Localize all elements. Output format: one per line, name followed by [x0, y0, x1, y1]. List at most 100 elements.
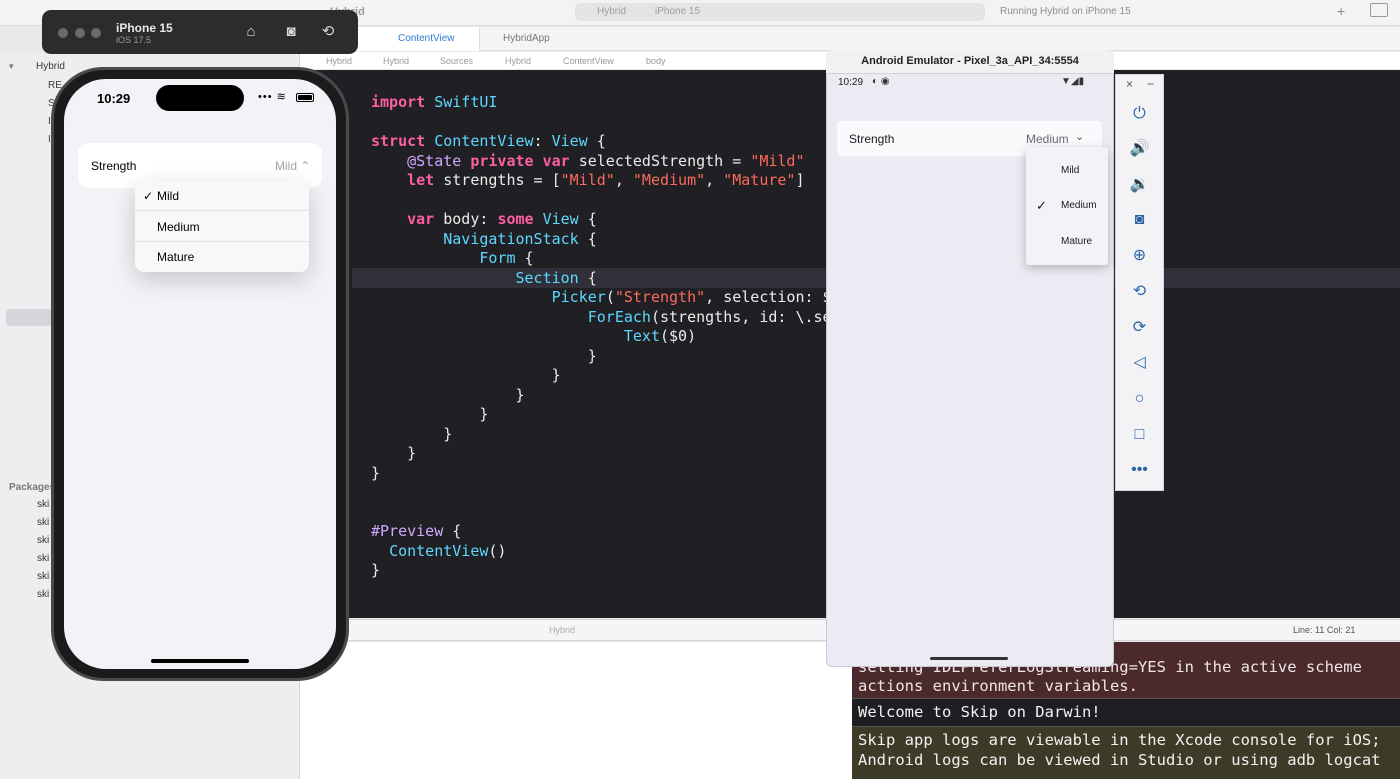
menu-option-mature[interactable]: Mature	[135, 242, 309, 272]
option-label: Mature	[1061, 236, 1093, 247]
android-picker-value[interactable]: Medium	[1026, 132, 1069, 146]
signal-wifi-icon: ••• ≋	[258, 91, 287, 103]
code-line: @State private var selectedStrength = "M…	[407, 151, 805, 170]
android-dropdown-menu: Mild ✓ Medium Mature	[1026, 147, 1108, 265]
packages-header: Packages	[9, 482, 56, 493]
picker-value[interactable]: Mild ⌃	[275, 159, 310, 173]
code-line: }	[371, 385, 525, 404]
picker-menu: ✓ Mild Medium Mature	[135, 181, 309, 272]
option-label: Medium	[1061, 200, 1097, 211]
disclosure-icon[interactable]: ▾	[9, 61, 14, 72]
window-minimize-button[interactable]	[75, 28, 85, 38]
code-line: }	[371, 463, 381, 482]
menu-option-mild[interactable]: Mild	[1026, 153, 1108, 189]
console-info-message: Welcome to Skip on Darwin!	[852, 698, 1400, 726]
code-line: }	[371, 424, 453, 443]
volume-up-icon[interactable]: 🔊	[1116, 134, 1163, 164]
home-indicator[interactable]	[151, 659, 249, 663]
android-system-icons: ◐ ◉	[872, 76, 890, 87]
tab-hybridapp[interactable]: HybridApp	[503, 33, 550, 44]
status-time: 10:29	[97, 91, 131, 106]
android-gesture-bar[interactable]	[930, 657, 1008, 660]
debug-scheme: Hybrid	[549, 625, 576, 635]
volume-down-icon[interactable]: 🔉	[1116, 170, 1163, 200]
window-zoom-button[interactable]	[91, 28, 101, 38]
scheme-selector[interactable]: Hybrid iPhone 15	[575, 3, 985, 21]
menu-option-medium[interactable]: Medium	[135, 212, 309, 242]
scheme-name: Hybrid	[597, 6, 626, 17]
android-status-time: 10:29	[838, 77, 864, 88]
code-line: import SwiftUI	[371, 93, 498, 111]
code-line: #Preview {	[371, 522, 462, 540]
simulator-toolbar	[42, 10, 358, 54]
dynamic-island	[156, 85, 244, 111]
breadcrumb-item[interactable]: Hybrid	[383, 56, 409, 66]
breadcrumb-item[interactable]: Sources	[440, 56, 473, 66]
destination-name: iPhone 15	[655, 6, 701, 17]
project-root[interactable]: Hybrid	[36, 61, 65, 72]
breadcrumb-item[interactable]: body	[646, 56, 666, 66]
zoom-icon[interactable]: ⊕	[1116, 241, 1163, 271]
option-label: Mature	[157, 250, 195, 264]
rotate-right-icon[interactable]: ⟳	[1116, 313, 1163, 343]
power-icon[interactable]: ⏻	[1116, 99, 1163, 129]
overview-icon[interactable]: □	[1116, 420, 1163, 450]
option-label: Mild	[1061, 165, 1080, 176]
code-line: }	[371, 561, 381, 579]
code-line: Form {	[479, 249, 534, 267]
code-line: }	[371, 366, 561, 384]
rotate-icon[interactable]: ⟲	[318, 22, 338, 42]
code-line: ContentView()	[389, 541, 507, 560]
code-line: }	[371, 346, 597, 365]
breadcrumb-item[interactable]: Hybrid	[505, 56, 531, 66]
package-item[interactable]: ski	[37, 535, 49, 546]
breadcrumb-item[interactable]: ContentView	[563, 56, 614, 66]
package-item[interactable]: ski	[37, 499, 49, 510]
code-line: ForEach(strengths, id: \.se	[587, 307, 832, 326]
checkmark-icon: ✓	[1036, 198, 1047, 213]
package-item[interactable]: ski	[37, 553, 49, 564]
more-icon[interactable]: •••	[1116, 455, 1163, 485]
window-close-button[interactable]	[58, 28, 68, 38]
console-line: actions environment variables.	[858, 677, 1138, 695]
code-line: struct ContentView: View {	[371, 132, 606, 150]
code-line: NavigationStack {	[443, 229, 597, 248]
home-icon[interactable]: ⌂	[241, 22, 261, 42]
console-line: Android logs can be viewed in Studio or …	[858, 750, 1381, 769]
run-status: Running Hybrid on iPhone 15	[1000, 6, 1131, 17]
variables-view	[300, 642, 852, 779]
code-line: Section {	[515, 268, 597, 287]
android-picker-label: Strength	[849, 132, 895, 146]
inspector-toggle-icon[interactable]	[1370, 3, 1388, 17]
screenshot-icon[interactable]: ◙	[281, 22, 301, 42]
rotate-left-icon[interactable]: ⟲	[1116, 277, 1163, 307]
console-line: Skip app logs are viewable in the Xcode …	[858, 731, 1381, 749]
code-line: }	[371, 405, 489, 423]
menu-option-medium[interactable]: ✓ Medium	[1026, 188, 1108, 224]
package-item[interactable]: ski	[37, 517, 49, 528]
chevron-down-icon[interactable]: ⌄	[1075, 130, 1084, 143]
camera-icon[interactable]: ◙	[1116, 205, 1163, 235]
back-icon[interactable]: ◁	[1116, 348, 1163, 378]
minimize-icon[interactable]: −	[1147, 77, 1154, 91]
android-signal-battery-icon: ▼◢▮	[1061, 76, 1085, 87]
console-warning-message: Skip app logs are viewable in the Xcode …	[852, 726, 1400, 779]
picker-label: Strength	[91, 159, 137, 173]
package-item[interactable]: ski	[37, 571, 49, 582]
cursor-position: Line: 11 Col: 21	[1293, 625, 1356, 635]
option-label: Medium	[157, 220, 200, 234]
add-icon[interactable]: +	[1337, 3, 1345, 19]
code-line: let strengths = ["Mild", "Medium", "Matu…	[407, 171, 805, 189]
menu-option-mature[interactable]: Mature	[1026, 224, 1108, 260]
simulator-os-version: iOS 17.5	[116, 35, 152, 45]
code-line: Text($0)	[623, 327, 697, 345]
package-item[interactable]: ski	[37, 589, 49, 600]
breadcrumb-item[interactable]: Hybrid	[326, 56, 352, 66]
simulator-device-name: iPhone 15	[116, 21, 173, 35]
close-icon[interactable]: ×	[1126, 77, 1133, 91]
home-icon[interactable]: ○	[1116, 384, 1163, 414]
battery-icon	[296, 93, 314, 102]
tab-contentview-label: ContentView	[398, 33, 455, 44]
menu-option-mild[interactable]: ✓ Mild	[135, 181, 309, 211]
source-code[interactable]: import SwiftUI struct ContentView: View …	[371, 93, 832, 581]
